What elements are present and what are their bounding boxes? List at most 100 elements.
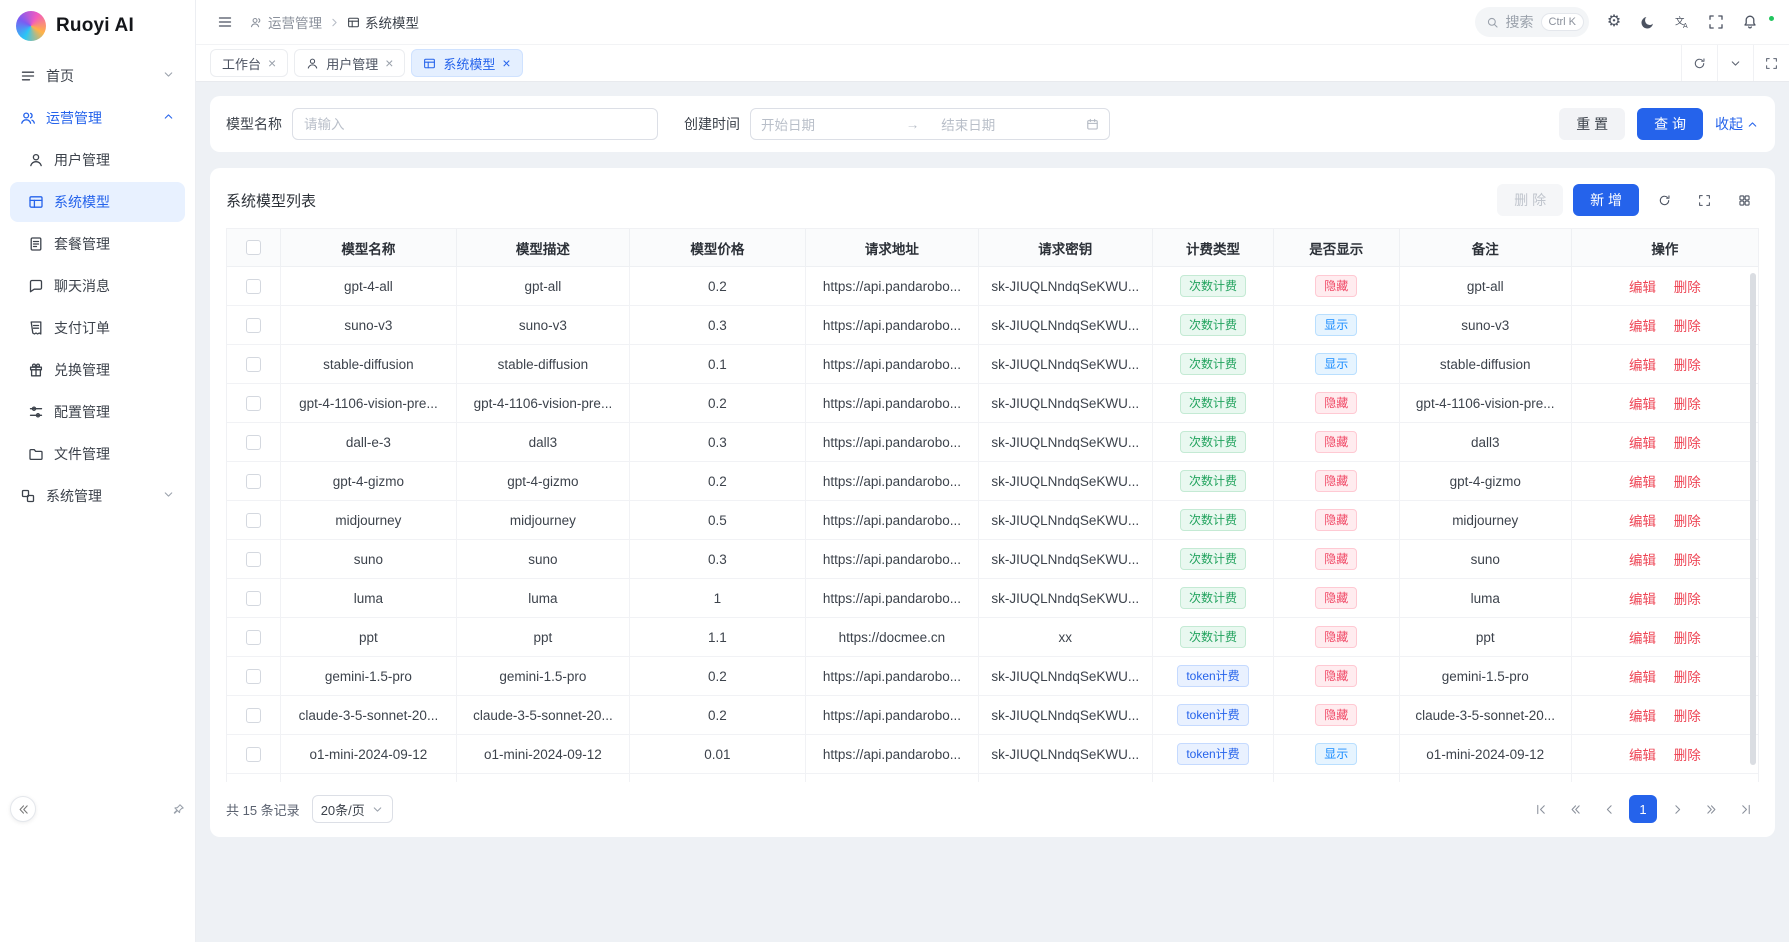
sidebar-item-chat-messages[interactable]: 聊天消息: [10, 266, 185, 306]
delete-link[interactable]: 删除: [1674, 631, 1701, 646]
edit-link[interactable]: 编辑: [1629, 631, 1656, 646]
delete-link[interactable]: 删除: [1674, 709, 1701, 724]
delete-link[interactable]: 删除: [1674, 475, 1701, 490]
menu-toggle-button[interactable]: [210, 7, 240, 37]
row-checkbox[interactable]: [246, 513, 261, 528]
edit-link[interactable]: 编辑: [1629, 280, 1656, 295]
date-range-input[interactable]: 开始日期 → 结束日期: [750, 108, 1110, 140]
sidebar-item-system-model[interactable]: 系统模型: [10, 182, 185, 222]
table-row: gpt-4-all gpt-all 0.2 https://api.pandar…: [227, 267, 1758, 306]
jump-forward-button[interactable]: [1697, 795, 1725, 823]
row-checkbox[interactable]: [246, 591, 261, 606]
last-page-button[interactable]: [1731, 795, 1759, 823]
row-checkbox[interactable]: [246, 747, 261, 762]
row-checkbox[interactable]: [246, 435, 261, 450]
page-size-select[interactable]: 20条/页: [312, 795, 393, 823]
select-all-checkbox[interactable]: [246, 240, 261, 255]
row-checkbox[interactable]: [246, 552, 261, 567]
delete-link[interactable]: 删除: [1674, 748, 1701, 763]
fullscreen-button[interactable]: [1701, 7, 1731, 37]
edit-link[interactable]: 编辑: [1629, 748, 1656, 763]
edit-link[interactable]: 编辑: [1629, 553, 1656, 568]
table-fullscreen-button[interactable]: [1689, 185, 1719, 215]
row-checkbox[interactable]: [246, 708, 261, 723]
row-checkbox[interactable]: [246, 474, 261, 489]
sidebar-item-exchange-management[interactable]: 兑换管理: [10, 350, 185, 390]
sidebar-item-home[interactable]: 首页: [10, 56, 185, 96]
sidebar-item-file-management[interactable]: 文件管理: [10, 434, 185, 474]
delete-button[interactable]: 删 除: [1497, 184, 1563, 216]
breadcrumb-item-system-model[interactable]: 系统模型: [347, 12, 419, 32]
add-button[interactable]: 新 增: [1573, 184, 1639, 216]
row-checkbox[interactable]: [246, 630, 261, 645]
cell-model-name: gpt-4-all: [281, 267, 458, 306]
edit-link[interactable]: 编辑: [1629, 397, 1656, 412]
settings-button[interactable]: ⚙: [1599, 7, 1629, 37]
delete-link[interactable]: 删除: [1674, 397, 1701, 412]
delete-link[interactable]: 删除: [1674, 514, 1701, 529]
prev-page-button[interactable]: [1595, 795, 1623, 823]
tabs-menu-button[interactable]: [1717, 45, 1753, 81]
cell-billing-type: [1153, 774, 1274, 782]
query-button[interactable]: 查 询: [1637, 108, 1703, 140]
notifications-button[interactable]: [1735, 7, 1765, 37]
jump-back-button[interactable]: [1561, 795, 1589, 823]
row-checkbox[interactable]: [246, 357, 261, 372]
tab-user-management[interactable]: 用户管理 ×: [294, 49, 405, 77]
sidebar-item-package-management[interactable]: 套餐管理: [10, 224, 185, 264]
delete-link[interactable]: 删除: [1674, 436, 1701, 451]
close-icon[interactable]: ×: [502, 56, 510, 70]
delete-link[interactable]: 删除: [1674, 592, 1701, 607]
reset-button[interactable]: 重 置: [1559, 108, 1625, 140]
cell-model-name: suno-v3: [281, 306, 458, 345]
breadcrumb-item-operations[interactable]: 运营管理: [250, 12, 322, 32]
row-checkbox[interactable]: [246, 279, 261, 294]
theme-toggle-button[interactable]: [1633, 7, 1663, 37]
delete-link[interactable]: 删除: [1674, 553, 1701, 568]
cell-request-url: https://api.pandarobo...: [806, 423, 978, 462]
tab-workbench[interactable]: 工作台 ×: [210, 49, 288, 77]
language-button[interactable]: 文A: [1667, 7, 1697, 37]
brand-logo[interactable]: Ruoyi AI: [0, 0, 195, 52]
search-placeholder-text: 搜索: [1506, 12, 1534, 32]
sidebar-collapse-button[interactable]: [10, 796, 36, 822]
sidebar-group-operations[interactable]: 运营管理: [10, 98, 185, 138]
tab-system-model[interactable]: 系统模型 ×: [411, 49, 522, 77]
close-icon[interactable]: ×: [385, 56, 393, 70]
edit-link[interactable]: 编辑: [1629, 670, 1656, 685]
table-refresh-button[interactable]: [1649, 185, 1679, 215]
sidebar-group-system[interactable]: 系统管理: [10, 476, 185, 516]
first-page-button[interactable]: [1527, 795, 1555, 823]
edit-link[interactable]: 编辑: [1629, 319, 1656, 334]
sidebar-pin-button[interactable]: [172, 803, 185, 816]
edit-link[interactable]: 编辑: [1629, 514, 1656, 529]
row-checkbox[interactable]: [246, 318, 261, 333]
sidebar-item-config-management[interactable]: 配置管理: [10, 392, 185, 432]
delete-link[interactable]: 删除: [1674, 319, 1701, 334]
edit-link[interactable]: 编辑: [1629, 358, 1656, 373]
sidebar-item-payment-orders[interactable]: 支付订单: [10, 308, 185, 348]
next-page-button[interactable]: [1663, 795, 1691, 823]
column-settings-button[interactable]: [1729, 185, 1759, 215]
model-name-input[interactable]: [292, 108, 658, 140]
row-checkbox[interactable]: [246, 669, 261, 684]
row-checkbox[interactable]: [246, 396, 261, 411]
global-search-trigger[interactable]: 搜索 Ctrl K: [1475, 7, 1590, 37]
edit-link[interactable]: 编辑: [1629, 436, 1656, 451]
delete-link[interactable]: 删除: [1674, 358, 1701, 373]
cell-request-key: sk-JIUQLNndqSeKWU...: [979, 267, 1154, 306]
tabs-refresh-button[interactable]: [1681, 45, 1717, 81]
delete-link[interactable]: 删除: [1674, 280, 1701, 295]
close-icon[interactable]: ×: [268, 56, 276, 70]
breadcrumb: 运营管理 系统模型: [250, 12, 419, 32]
table-scrollbar[interactable]: [1750, 273, 1756, 765]
delete-link[interactable]: 删除: [1674, 670, 1701, 685]
edit-link[interactable]: 编辑: [1629, 592, 1656, 607]
content-fullscreen-button[interactable]: [1753, 45, 1789, 81]
edit-link[interactable]: 编辑: [1629, 709, 1656, 724]
collapse-filter-link[interactable]: 收起: [1715, 114, 1759, 134]
page-number-button[interactable]: 1: [1629, 795, 1657, 823]
sidebar-item-user-management[interactable]: 用户管理: [10, 140, 185, 180]
hamburger-icon: [217, 14, 233, 30]
edit-link[interactable]: 编辑: [1629, 475, 1656, 490]
